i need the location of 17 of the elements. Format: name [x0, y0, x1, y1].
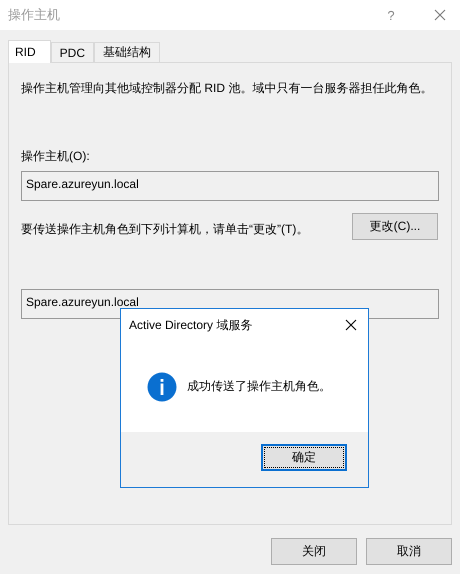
close-button[interactable]: 关闭 — [271, 538, 357, 565]
instruction-text: 要传送操作主机角色到下列计算机，请单击“更改”(T)。 — [21, 221, 308, 238]
master-field[interactable]: Spare.azureyun.local — [21, 171, 439, 201]
change-button[interactable]: 更改(C)... — [352, 213, 438, 240]
field-label: 操作主机(O): — [21, 148, 91, 165]
cancel-button[interactable]: 取消 — [366, 538, 452, 565]
info-icon — [147, 372, 177, 402]
ok-button[interactable]: 确定 — [261, 444, 347, 471]
tab[interactable]: 基础结构 — [94, 42, 160, 62]
tab[interactable]: RID — [8, 40, 51, 63]
tab[interactable]: PDC — [50, 42, 94, 62]
description-text: 操作主机管理向其他域控制器分配 RID 池。域中只有一台服务器担任此角色。 — [21, 80, 434, 97]
help-button[interactable]: ? — [376, 6, 406, 24]
window-title: 操作主机 — [8, 6, 60, 24]
close-icon[interactable] — [345, 319, 357, 331]
dialog-title: Active Directory 域服务 — [129, 316, 252, 334]
message-text: 成功传送了操作主机角色。 — [187, 378, 331, 395]
